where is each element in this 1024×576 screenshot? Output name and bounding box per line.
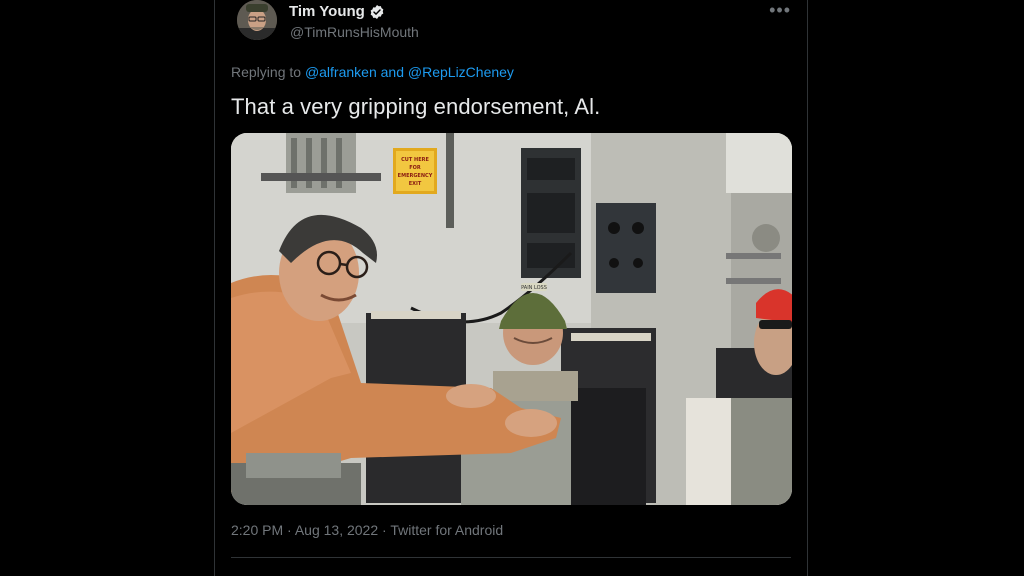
photo-illustration: CUT HERE FOR EMERGENCY EXIT PAIN LOSS [231, 133, 792, 505]
author-handle[interactable]: @TimRunsHisMouth [290, 24, 419, 40]
page: Tim Young @TimRunsHisMouth ••• Replying … [0, 0, 1024, 576]
mention-alfranken[interactable]: @alfranken [305, 64, 377, 80]
sign-line-1: CUT HERE [401, 157, 429, 163]
divider [231, 557, 791, 558]
author-name[interactable]: Tim Young [289, 3, 385, 20]
mention-replizcheney[interactable]: @RepLizCheney [408, 64, 514, 80]
meta-separator: · [287, 522, 292, 538]
avatar[interactable] [237, 0, 277, 40]
avatar-image [237, 0, 277, 40]
more-horizontal-icon[interactable]: ••• [769, 0, 791, 21]
tweet-date[interactable]: Aug 13, 2022 [295, 522, 378, 538]
mention-joiner: and [380, 64, 404, 80]
sign-line-4: EXIT [409, 181, 422, 187]
sign-line-2: FOR [409, 165, 421, 171]
tweet-media-photo[interactable]: CUT HERE FOR EMERGENCY EXIT PAIN LOSS [231, 133, 792, 505]
tweet-time[interactable]: 2:20 PM [231, 522, 283, 538]
tweet-text: That a very gripping endorsement, Al. [231, 94, 601, 119]
helmet-label: PAIN LOSS [521, 285, 547, 291]
author-name-text: Tim Young [289, 3, 365, 20]
sign-line-3: EMERGENCY [398, 173, 433, 179]
tweet-source: Twitter for Android [390, 522, 504, 538]
replying-to: Replying to @alfranken and @RepLizCheney [231, 64, 514, 80]
tweet-column: Tim Young @TimRunsHisMouth ••• Replying … [214, 0, 808, 576]
replying-to-prefix: Replying to [231, 64, 302, 80]
meta-separator: · [382, 522, 387, 538]
tweet-meta: 2:20 PM · Aug 13, 2022 · Twitter for And… [231, 522, 503, 538]
verified-badge-icon [370, 4, 384, 19]
